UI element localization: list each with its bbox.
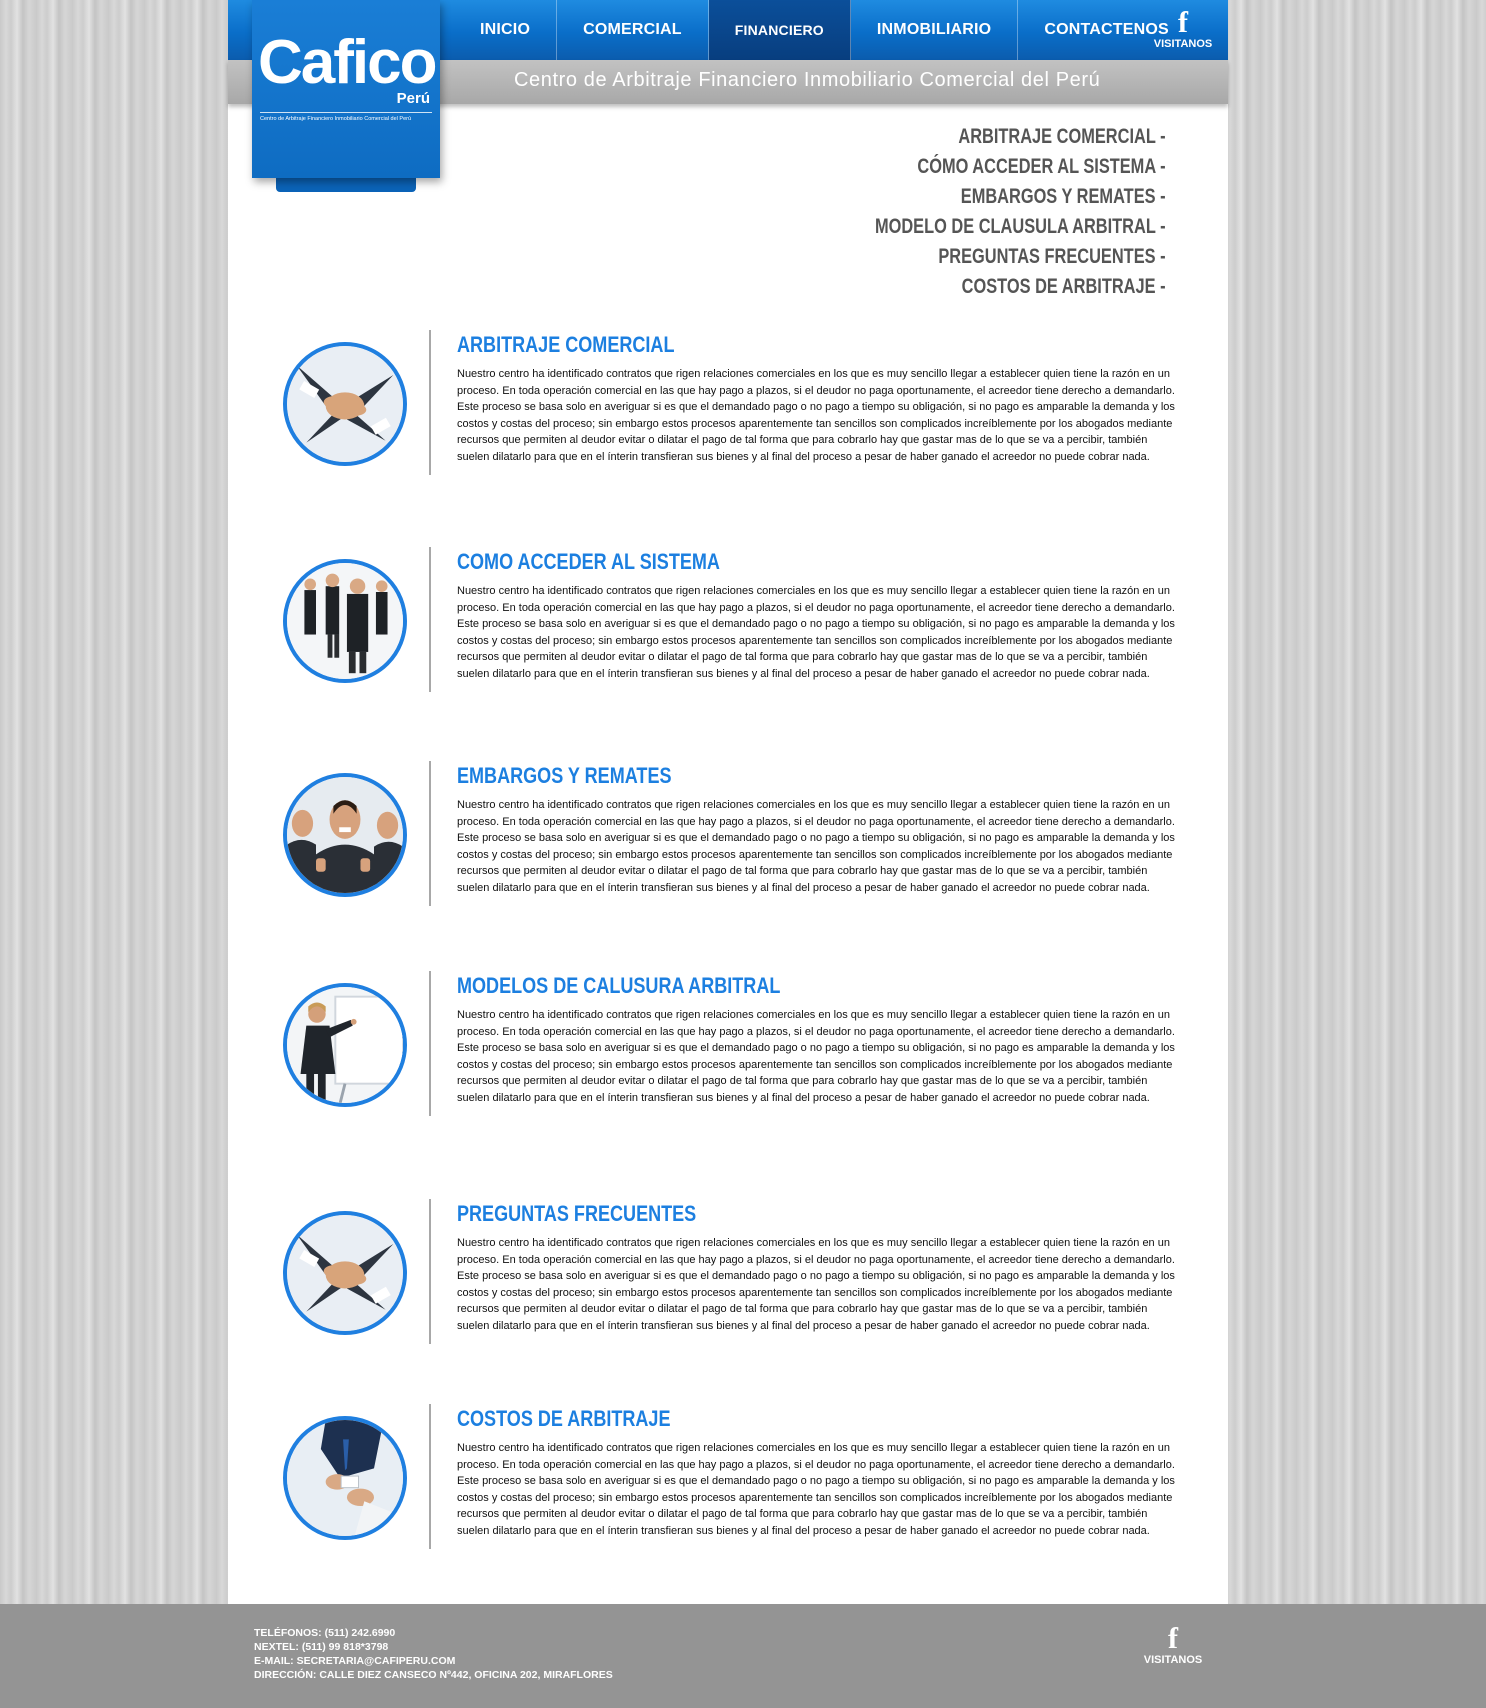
section-body: Nuestro centro ha identificado contratos… (457, 585, 1175, 680)
site-footer: TELÉFONOS: (511) 242.6990 NEXTEL: (511) … (0, 1604, 1486, 1708)
facebook-link-top[interactable]: f VISITANOS (1150, 6, 1216, 51)
quick-link-como-acceder[interactable]: CÓMO ACCEDER AL SISTEMA - (875, 152, 1166, 182)
section-divider (429, 330, 431, 475)
site-tagline: Centro de Arbitraje Financiero Inmobilia… (514, 69, 1101, 91)
thumbs-up-team-photo (283, 773, 407, 897)
presenter-whiteboard-photo (283, 983, 407, 1107)
section-title: PREGUNTAS FRECUENTES (457, 1201, 697, 1226)
section-title: MODELOS DE CALUSURA ARBITRAL (457, 973, 781, 998)
logo-tagline: Centro de Arbitraje Financiero Inmobilia… (260, 116, 412, 122)
section-body: Nuestro centro ha identificado contratos… (457, 799, 1175, 894)
business-people-photo (283, 559, 407, 683)
section-title: ARBITRAJE COMERCIAL (457, 332, 675, 357)
footer-email: E-MAIL: SECRETARIA@CAFIPERU.COM (254, 1655, 456, 1667)
section-divider (429, 761, 431, 906)
logo-wordmark: Cafico (258, 28, 437, 97)
footer-telefonos: TELÉFONOS: (511) 242.6990 (254, 1627, 396, 1639)
section-title: COSTOS DE ARBITRAJE (457, 1406, 671, 1431)
team-hands-photo (283, 1211, 407, 1335)
quick-links: ARBITRAJE COMERCIAL - CÓMO ACCEDER AL SI… (793, 122, 1166, 302)
section-title: COMO ACCEDER AL SISTEMA (457, 549, 720, 574)
site-logo[interactable]: Cafico Perú Centro de Arbitraje Financie… (252, 0, 440, 178)
quick-link-arbitraje-comercial[interactable]: ARBITRAJE COMERCIAL - (875, 122, 1166, 152)
section-body: Nuestro centro ha identificado contratos… (457, 1009, 1175, 1104)
logo-divider (260, 112, 432, 113)
footer-nextel: NEXTEL: (511) 99 818*3798 (254, 1641, 389, 1653)
section-divider (429, 1199, 431, 1344)
card-handover-photo (283, 1416, 407, 1540)
facebook-icon: f (1168, 1622, 1178, 1655)
logo-subtitle: Perú (396, 90, 430, 107)
section-divider (429, 547, 431, 692)
section-body: Nuestro centro ha identificado contratos… (457, 1237, 1175, 1332)
nav-item-comercial[interactable]: COMERCIAL (557, 0, 709, 60)
quick-link-costos[interactable]: COSTOS DE ARBITRAJE - (875, 272, 1166, 302)
nav-item-inicio[interactable]: INICIO (454, 0, 558, 60)
section-title: EMBARGOS Y REMATES (457, 763, 672, 788)
section-body: Nuestro centro ha identificado contratos… (457, 1442, 1175, 1537)
footer-direccion: DIRECCIÓN: CALLE DIEZ CANSECO Nº442, OFI… (254, 1669, 613, 1681)
facebook-label: VISITANOS (1143, 1654, 1203, 1666)
facebook-link-footer[interactable]: f VISITANOS (1140, 1622, 1206, 1667)
nav-menu: INICIO COMERCIAL FINANCIERO INMOBILIARIO… (454, 0, 1195, 60)
section-divider (429, 971, 431, 1116)
section-divider (429, 1404, 431, 1549)
footer-contact-info: TELÉFONOS: (511) 242.6990 NEXTEL: (511) … (254, 1626, 613, 1682)
section-body: Nuestro centro ha identificado contratos… (457, 368, 1175, 463)
team-hands-photo (283, 342, 407, 466)
facebook-icon: f (1178, 6, 1188, 39)
nav-item-financiero[interactable]: FINANCIERO (708, 0, 851, 60)
nav-item-inmobiliario[interactable]: INMOBILIARIO (851, 0, 1019, 60)
facebook-label: VISITANOS (1153, 38, 1213, 50)
quick-link-embargos[interactable]: EMBARGOS Y REMATES - (875, 182, 1166, 212)
quick-link-preguntas[interactable]: PREGUNTAS FRECUENTES - (875, 242, 1166, 272)
quick-link-modelo-clausula[interactable]: MODELO DE CLAUSULA ARBITRAL - (875, 212, 1166, 242)
